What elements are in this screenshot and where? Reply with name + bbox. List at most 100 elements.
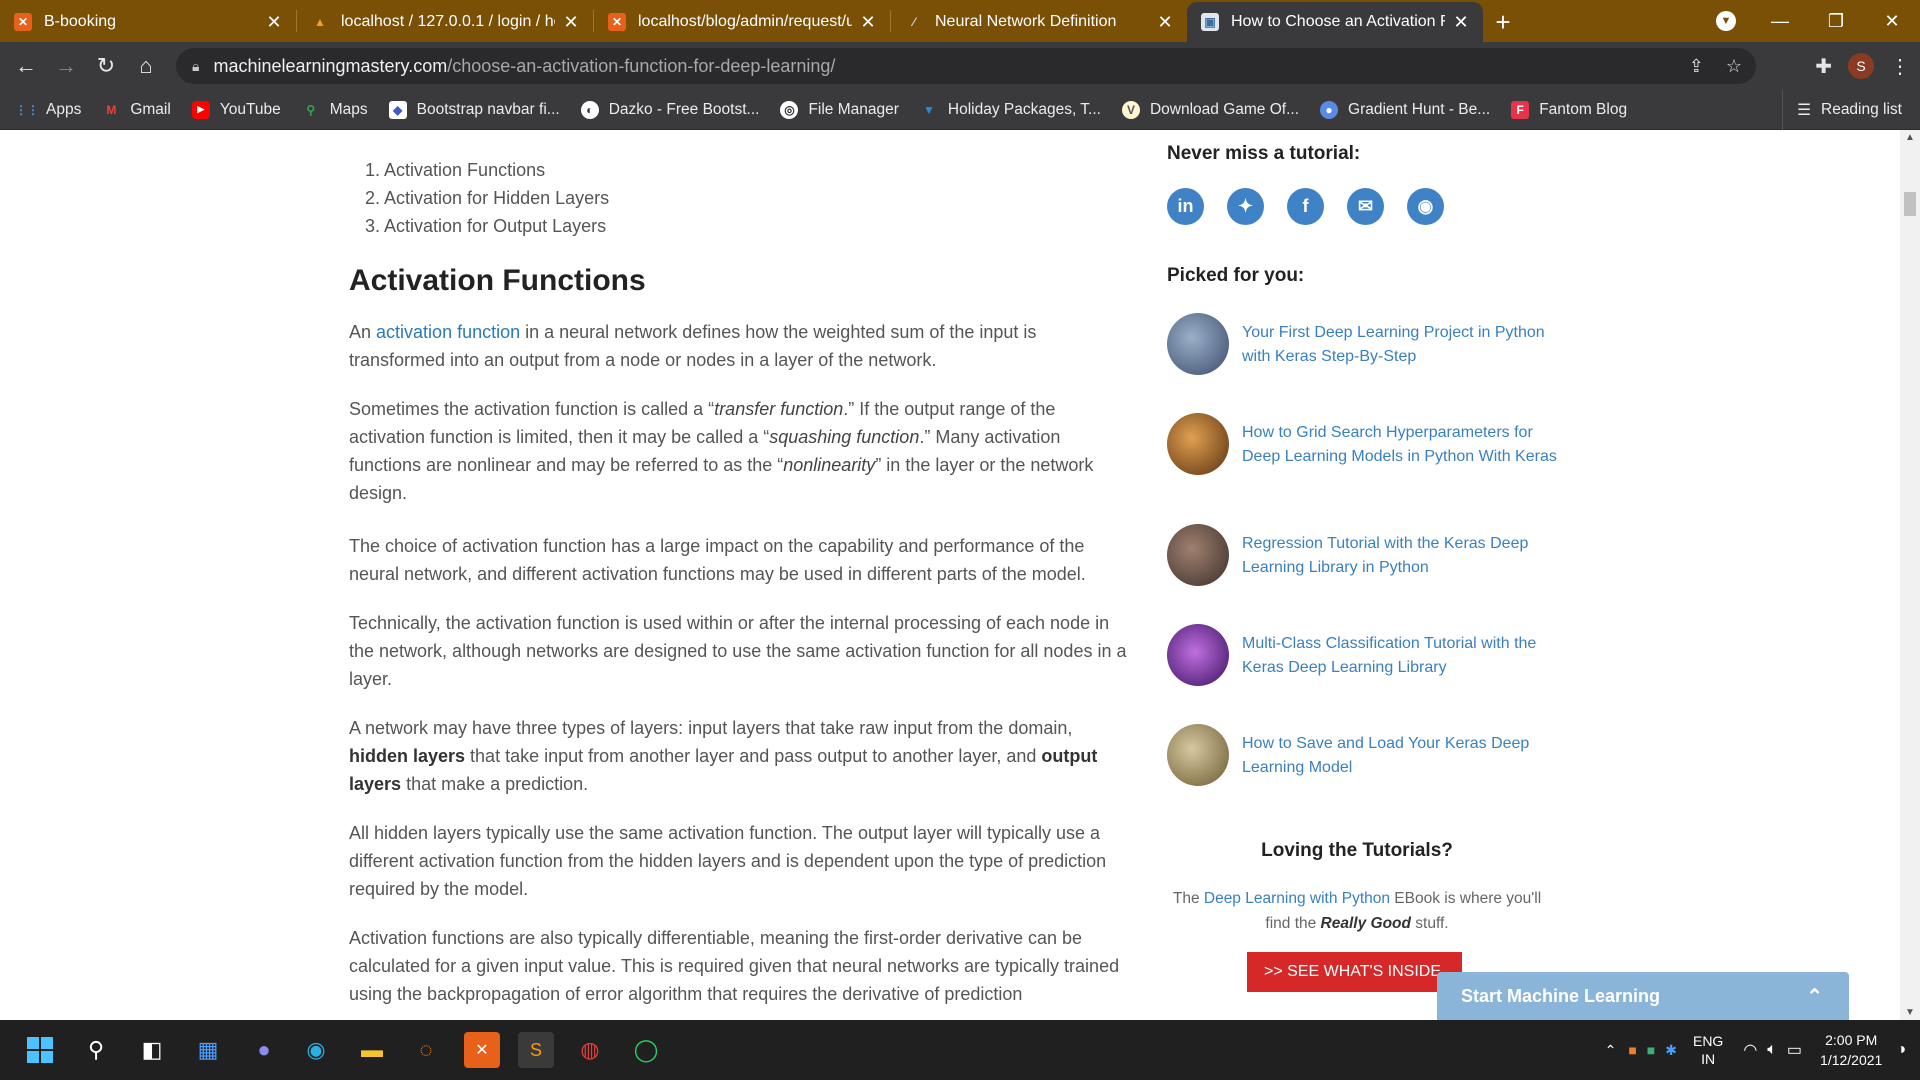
bookmark-holiday[interactable]: ▼ Holiday Packages, T... [920,101,1101,119]
windows-start-icon[interactable] [22,1032,58,1068]
lang-region: IN [1701,1051,1716,1067]
rss-icon[interactable]: ◉ [1407,188,1444,225]
tab-neural-network[interactable]: ⁄ Neural Network Definition ✕ [891,2,1187,42]
twitter-icon[interactable]: ✦ [1227,188,1264,225]
scrollbar-thumb[interactable] [1904,192,1916,216]
ebook-link[interactable]: Deep Learning with Python [1204,890,1390,907]
bookmark-bootstrap[interactable]: ◆ Bootstrap navbar fi... [388,100,560,119]
bookmark-dazko[interactable]: ◐ Dazko - Free Bootst... [580,100,759,119]
battery-icon[interactable]: ▭ [1787,1040,1802,1060]
bookmark-fantom-blog[interactable]: F Fantom Blog [1511,100,1628,119]
volume-icon[interactable]: 🔈︎ [1767,1041,1777,1059]
page-scrollbar[interactable]: ▲ ▼ [1900,130,1920,1020]
share-icon[interactable]: ⇪ [1689,56,1704,77]
picked-link[interactable]: Multi-Class Classification Tutorial with… [1242,624,1562,686]
tab-activation-function[interactable]: ▣ How to Choose an Activation Fun ✕ [1187,2,1483,42]
picked-item[interactable]: Your First Deep Learning Project in Pyth… [1167,313,1587,375]
file-explorer-icon[interactable]: ▬ [354,1032,390,1068]
see-whats-inside-button[interactable]: >> SEE WHAT'S INSIDE [1247,952,1462,992]
xampp-tray-icon[interactable]: ■ [1628,1042,1636,1058]
toc-item[interactable]: 2. Activation for Hidden Layers [365,184,609,212]
bookmark-file-manager[interactable]: ◎ File Manager [780,100,899,119]
chevron-up-icon[interactable]: ⌃ [1806,984,1823,1009]
menu-icon[interactable]: ⋮ [1890,54,1910,79]
email-icon[interactable]: ✉ [1347,188,1384,225]
whatsapp-icon[interactable]: ◯ [628,1032,664,1068]
bookmark-star-icon[interactable]: ☆ [1726,56,1742,77]
reload-icon[interactable]: ↻ [86,46,126,86]
bluetooth-icon[interactable]: ✱ [1665,1042,1677,1059]
bookmark-download-game[interactable]: V Download Game Of... [1121,100,1299,119]
tab-phpmyadmin[interactable]: ▲ localhost / 127.0.0.1 / login / holi ✕ [297,2,593,42]
jupyter-icon[interactable]: ◌ [408,1032,444,1068]
tab-strip: ✕ B-booking ✕ ▲ localhost / 127.0.0.1 / … [0,0,1920,42]
bookmark-youtube[interactable]: ▶ YouTube [191,100,281,119]
close-tab-icon[interactable]: ✕ [561,12,581,33]
widgets-icon[interactable]: ▦ [190,1032,226,1068]
facebook-icon[interactable]: f [1287,188,1324,225]
xampp-icon: ✕ [608,13,626,31]
picked-item[interactable]: How to Save and Load Your Keras Deep Lea… [1167,724,1587,786]
bookmark-label: Fantom Blog [1539,100,1628,118]
minimize-icon[interactable]: — [1752,11,1808,32]
close-tab-icon[interactable]: ✕ [1451,12,1471,33]
picked-link[interactable]: How to Save and Load Your Keras Deep Lea… [1242,724,1562,786]
globe-icon: ◎ [780,100,799,119]
reading-list-button[interactable]: ☰ Reading list [1782,90,1902,130]
bookmark-gradient-hunt[interactable]: ● Gradient Hunt - Be... [1320,100,1491,119]
bookmark-apps[interactable]: ⋮⋮ Apps [15,101,81,119]
bookmark-maps[interactable]: ⚲ Maps [302,101,367,119]
close-tab-icon[interactable]: ✕ [1155,12,1175,33]
show-hidden-icon[interactable]: ⌃ [1605,1042,1617,1059]
clock-date: 1/12/2021 [1820,1052,1883,1068]
scroll-down-icon[interactable]: ▼ [1905,1007,1915,1018]
back-icon[interactable]: ← [6,46,46,86]
task-view-icon[interactable]: ◧ [134,1032,170,1068]
teams-chat-icon[interactable]: ● [246,1032,282,1068]
tab-search-icon[interactable]: ▼ [1716,11,1736,31]
forward-icon[interactable]: → [46,46,86,86]
picked-item[interactable]: How to Grid Search Hyperparameters for D… [1167,413,1587,475]
picked-link[interactable]: Your First Deep Learning Project in Pyth… [1242,313,1562,375]
restore-icon[interactable]: ❐ [1808,11,1864,32]
picked-link[interactable]: Regression Tutorial with the Keras Deep … [1242,524,1562,586]
address-bar[interactable]: 🔒︎ machinelearningmastery.com/choose-an-… [176,48,1756,84]
linkedin-icon[interactable]: in [1167,188,1204,225]
tray-app-icon[interactable]: ■ [1647,1042,1655,1058]
picked-item[interactable]: Multi-Class Classification Tutorial with… [1167,624,1587,686]
bookmark-label: Gradient Hunt - Be... [1348,100,1491,118]
language-indicator[interactable]: ENG IN [1693,1032,1723,1068]
text: that make a prediction. [401,774,589,794]
toc-item[interactable]: 1. Activation Functions [365,156,609,184]
tab-blog-admin[interactable]: ✕ localhost/blog/admin/request/up ✕ [594,2,890,42]
scroll-up-icon[interactable]: ▲ [1905,132,1915,143]
toc-item[interactable]: 3. Activation for Output Layers [365,212,609,240]
tab-title: localhost / 127.0.0.1 / login / holi [341,13,555,30]
close-tab-icon[interactable]: ✕ [858,12,878,33]
profile-avatar[interactable]: S [1848,53,1874,79]
text: An [349,322,377,342]
url-path: /choose-an-activation-function-for-deep-… [447,55,836,76]
home-icon[interactable]: ⌂ [126,46,166,86]
wifi-icon[interactable]: ◠ [1743,1040,1757,1060]
picked-link[interactable]: How to Grid Search Hyperparameters for D… [1242,413,1562,475]
picked-heading: Picked for you: [1167,265,1305,286]
start-ml-widget[interactable]: Start Machine Learning ⌃ [1437,972,1849,1020]
activation-function-link[interactable]: activation function [376,322,520,342]
picked-item[interactable]: Regression Tutorial with the Keras Deep … [1167,524,1587,586]
search-icon[interactable]: ⚲ [78,1032,114,1068]
phpmyadmin-icon: ▲ [314,15,326,29]
extensions-icon[interactable]: ✚ [1815,54,1832,79]
sublime-icon[interactable]: S [518,1032,554,1068]
thumbnail [1167,313,1229,375]
new-tab-icon[interactable]: + [1483,2,1523,42]
edge-icon[interactable]: ◉ [298,1032,334,1068]
close-window-icon[interactable]: ✕ [1864,11,1920,32]
notification-icon[interactable]: ◑ [1896,1041,1906,1059]
close-tab-icon[interactable]: ✕ [264,12,284,33]
clock[interactable]: 2:00 PM 1/12/2021 [1820,1030,1882,1070]
tab-b-booking[interactable]: ✕ B-booking ✕ [0,2,296,42]
bookmark-gmail[interactable]: M Gmail [102,101,170,119]
xampp-taskbar-icon[interactable]: ✕ [464,1032,500,1068]
chrome-icon[interactable]: ◍ [572,1032,608,1068]
